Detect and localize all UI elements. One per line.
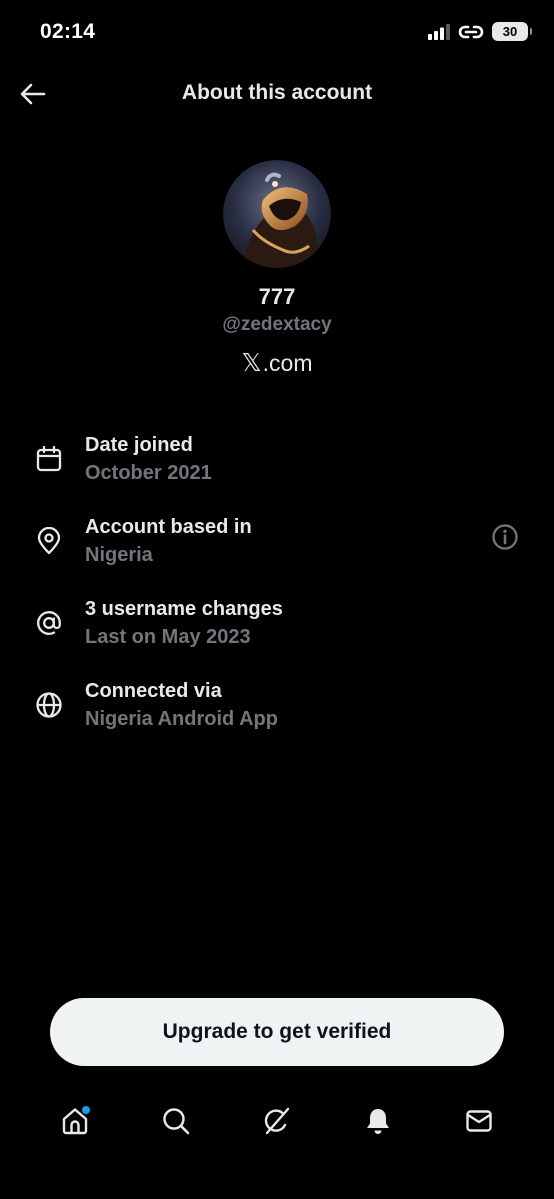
status-bar: 02:14 30	[0, 0, 554, 66]
cellular-signal-icon	[428, 23, 450, 40]
avatar[interactable]	[223, 160, 331, 268]
date-joined-label: Date joined	[85, 434, 193, 456]
site-suffix: .com	[262, 349, 313, 376]
profile-summary: 777 @zedextacy 𝕏 .com	[0, 160, 554, 378]
account-based-in-value: Nigeria	[85, 544, 153, 566]
info-row-username-changes: 3 username changes Last on May 2023	[0, 594, 554, 676]
account-based-in-label: Account based in	[85, 516, 252, 538]
site-label: 𝕏 .com	[0, 348, 554, 378]
at-sign-icon	[34, 608, 64, 638]
header: About this account	[0, 70, 554, 118]
connected-via-label: Connected via	[85, 680, 222, 702]
info-icon[interactable]	[490, 522, 520, 552]
status-time: 02:14	[40, 20, 96, 43]
grok-icon	[264, 1107, 290, 1135]
messages-icon	[465, 1110, 492, 1132]
info-row-account-based-in: Account based in Nigeria	[0, 512, 554, 594]
username-handle: @zedextacy	[222, 314, 332, 335]
nav-grok[interactable]	[252, 1096, 302, 1146]
username-changes-label: 3 username changes	[85, 598, 283, 620]
page-title: About this account	[181, 81, 373, 104]
globe-icon	[34, 690, 64, 720]
status-indicators: 30	[428, 22, 532, 41]
calendar-icon	[34, 444, 64, 474]
nav-notifications[interactable]	[353, 1096, 403, 1146]
hotspot-link-icon	[458, 25, 484, 38]
x-logo: 𝕏	[241, 349, 262, 377]
nav-messages[interactable]	[454, 1096, 504, 1146]
nav-home[interactable]	[50, 1096, 100, 1146]
notifications-icon	[366, 1109, 389, 1134]
nav-search[interactable]	[151, 1096, 201, 1146]
search-icon	[163, 1108, 190, 1135]
location-pin-icon	[34, 526, 64, 556]
display-name: 777	[258, 284, 296, 309]
info-row-date-joined: Date joined October 2021	[0, 430, 554, 512]
bottom-nav	[0, 1090, 554, 1152]
info-row-connected-via: Connected via Nigeria Android App	[0, 676, 554, 758]
date-joined-value: October 2021	[85, 462, 212, 484]
username-changes-value: Last on May 2023	[85, 626, 251, 648]
connected-via-value: Nigeria Android App	[85, 708, 278, 730]
battery-indicator: 30	[492, 22, 532, 41]
account-info-list: Date joined October 2021 Account based i…	[0, 430, 554, 758]
upgrade-verified-button[interactable]: Upgrade to get verified	[50, 998, 504, 1066]
